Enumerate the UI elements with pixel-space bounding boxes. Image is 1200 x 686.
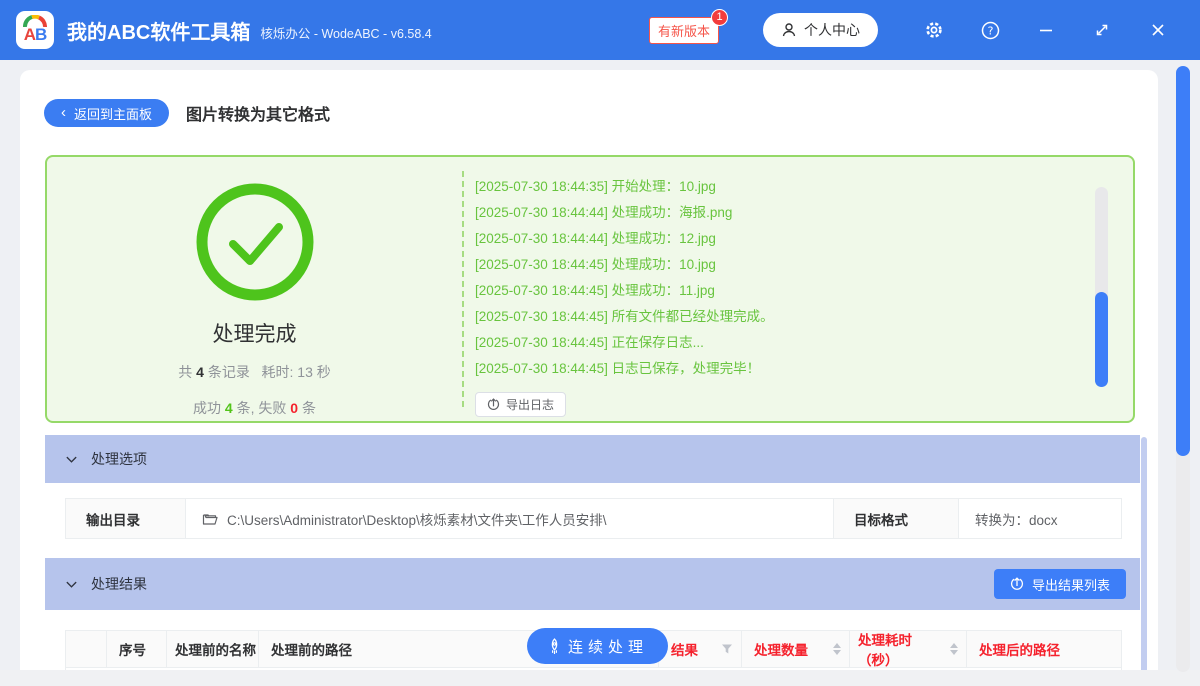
output-dir-label: 输出目录: [66, 499, 186, 538]
success-count: 4: [224, 400, 233, 416]
chevron-down-icon: [66, 581, 77, 588]
column-header-index: 序号: [107, 631, 167, 667]
column-header-path-after: 处理后的路径: [979, 643, 1060, 658]
profile-label: 个人中心: [804, 22, 860, 38]
sort-carets-icon[interactable]: [833, 643, 841, 655]
total-count: 4: [196, 364, 204, 380]
page-scrollbar-thumb[interactable]: [1176, 66, 1190, 456]
page-scrollbar-track[interactable]: [1176, 66, 1190, 672]
continue-processing-button[interactable]: 连续处理: [527, 628, 669, 664]
page-title: 图片转换为其它格式: [186, 107, 331, 124]
export-log-button[interactable]: 导出日志: [475, 392, 567, 417]
column-header-name-before: 处理前的名称: [167, 631, 259, 667]
column-header-elapsed: 处理耗时（秒）: [850, 631, 967, 668]
fail-count: 0: [290, 400, 299, 416]
log-line: [2025-07-30 18:44:44] 处理成功：12.jpg: [475, 231, 716, 246]
svg-text:?: ?: [987, 24, 993, 37]
settings-gear-icon[interactable]: [906, 10, 962, 50]
options-section-title: 处理选项: [91, 451, 147, 467]
target-format-label: 目标格式: [834, 499, 959, 538]
update-available-badge[interactable]: 有新版本 1: [648, 8, 728, 44]
column-header-count: 处理数量: [742, 631, 850, 667]
continue-button-label: 连续处理: [568, 638, 649, 656]
page-toolbar: ‹ 返回到主面板 图片转换为其它格式: [20, 70, 1158, 127]
section-header-results[interactable]: 处理结果 导出结果列表: [45, 558, 1140, 610]
success-fail-stats: 成功 4 条, 失败 0 条: [193, 400, 316, 416]
output-dir-path: C:\Users\Administrator\Desktop\核烁素材\文件夹\…: [227, 512, 607, 528]
export-result-list-button[interactable]: 导出结果列表: [993, 569, 1126, 599]
app-title: 我的ABC软件工具箱: [67, 21, 251, 44]
export-log-label: 导出日志: [506, 398, 555, 412]
log-line: [2025-07-30 18:44:45] 所有文件都已经处理完成。: [475, 309, 774, 324]
main-card: ‹ 返回到主面板 图片转换为其它格式 处理完成 共 4 条记录 耗时: 13 秒: [20, 70, 1158, 686]
target-format-value: 转换为：docx: [975, 512, 1058, 528]
chevron-left-icon: ‹: [61, 104, 66, 121]
log-line: [2025-07-30 18:44:35] 开始处理：10.jpg: [475, 179, 716, 194]
rocket-icon: [551, 637, 558, 654]
bottom-edge: [0, 670, 1200, 686]
options-row: 输出目录 C:\Users\Administrator\Desktop\核烁素材…: [65, 498, 1122, 539]
app-window: AB 我的ABC软件工具箱 核烁办公 - WodeABC - v6.58.4 有…: [0, 0, 1200, 686]
sort-carets-icon[interactable]: [950, 643, 958, 655]
minimize-icon[interactable]: [1018, 10, 1074, 50]
log-scrollbar-thumb[interactable]: [1095, 292, 1108, 387]
elapsed-time: 耗时: 13 秒: [261, 364, 331, 380]
output-dir-value[interactable]: C:\Users\Administrator\Desktop\核烁素材\文件夹\…: [186, 499, 834, 538]
folder-icon: [202, 513, 218, 525]
back-button-label: 返回到主面板: [74, 106, 153, 122]
section-header-options[interactable]: 处理选项: [45, 435, 1140, 483]
app-subtitle: 核烁办公 - WodeABC - v6.58.4: [260, 27, 432, 41]
export-result-list-label: 导出结果列表: [1031, 577, 1110, 593]
column-header-select: [66, 631, 107, 667]
chevron-down-icon: [66, 456, 77, 463]
success-check-icon: [196, 183, 313, 301]
logo-text: AB: [23, 25, 48, 44]
log-line: [2025-07-30 18:44:45] 正在保存日志...: [475, 335, 704, 350]
filter-funnel-icon[interactable]: [721, 643, 733, 655]
back-to-dashboard-button[interactable]: ‹ 返回到主面板: [44, 99, 170, 127]
record-stats: 共 4 条记录 耗时: 13 秒: [178, 364, 331, 380]
app-logo: AB: [16, 11, 54, 49]
result-summary-panel: 处理完成 共 4 条记录 耗时: 13 秒 成功 4 条, 失败 0 条 [20…: [45, 155, 1135, 423]
window-controls: ?: [906, 10, 1186, 50]
inner-scrollbar-thumb[interactable]: [1141, 437, 1147, 686]
titlebar: AB 我的ABC软件工具箱 核烁办公 - WodeABC - v6.58.4 有…: [0, 0, 1200, 60]
person-icon: [782, 23, 796, 37]
log-line: [2025-07-30 18:44:44] 处理成功：海报.png: [475, 205, 733, 220]
results-section-title: 处理结果: [91, 576, 147, 592]
log-panel: [2025-07-30 18:44:35] 开始处理：10.jpg [2025-…: [462, 157, 1133, 421]
result-summary-left: 处理完成 共 4 条记录 耗时: 13 秒 成功 4 条, 失败 0 条: [47, 157, 462, 421]
maximize-icon[interactable]: [1074, 10, 1130, 50]
log-line: [2025-07-30 18:44:45] 处理成功：10.jpg: [475, 257, 716, 272]
update-count-badge: 1: [711, 8, 728, 26]
logo-rainbow-arc: [23, 15, 47, 27]
log-line: [2025-07-30 18:44:45] 日志已保存，处理完毕！: [475, 361, 761, 376]
column-header-result: 结果: [659, 631, 742, 667]
log-line: [2025-07-30 18:44:45] 处理成功：11.jpg: [475, 283, 715, 298]
log-scrollbar-track[interactable]: [1095, 187, 1108, 387]
export-icon: [487, 398, 500, 410]
help-icon[interactable]: ?: [962, 10, 1018, 50]
status-text: 处理完成: [212, 323, 297, 346]
export-icon: [1010, 577, 1024, 590]
profile-button[interactable]: 个人中心: [763, 13, 878, 47]
close-icon[interactable]: [1130, 10, 1186, 50]
